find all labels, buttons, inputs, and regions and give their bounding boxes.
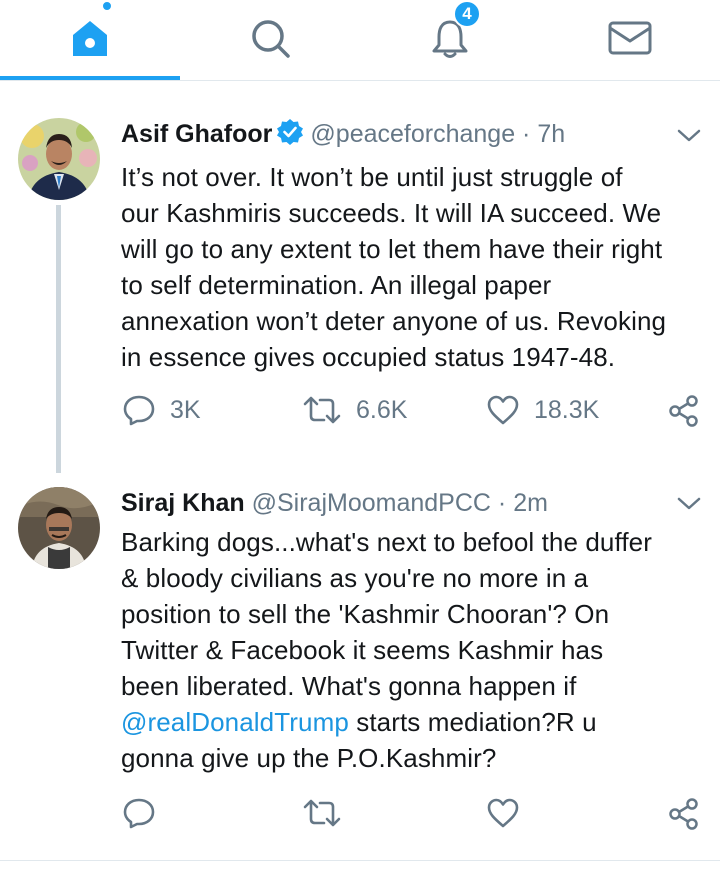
share-icon [669,395,698,427]
author-name[interactable]: Asif Ghafoor [121,120,272,148]
chevron-down-icon[interactable] [676,128,702,144]
reply-count: 3K [170,395,201,424]
mail-icon [608,21,652,55]
avatar[interactable] [18,487,100,569]
reply-icon [123,395,155,426]
like-button[interactable] [486,797,534,829]
tab-home[interactable] [0,0,180,76]
thread-connector-line [56,205,61,473]
retweet-count: 6.6K [356,395,408,424]
avatar[interactable] [18,118,100,200]
chevron-down-icon[interactable] [676,496,702,512]
heart-icon [487,395,519,425]
tweet-text: It’s not over. It won’t be until just st… [121,162,667,372]
timestamp[interactable]: 7h [537,120,565,148]
retweet-button[interactable] [302,797,356,829]
search-icon [252,20,290,58]
like-count: 18.3K [534,395,600,424]
like-button[interactable]: 18.3K [486,394,599,426]
author-handle[interactable]: @SirajMoomandPCC [252,489,491,517]
mention-link[interactable]: @realDonaldTrump [121,707,349,737]
top-navigation: 4 [0,0,720,82]
timestamp[interactable]: 2m [513,489,548,517]
tweet-text: Barking dogs...what's next to befool the… [121,524,711,776]
share-icon [669,798,698,830]
tweet-header: Siraj Khan @SirajMoomandPCC · 2m [121,487,548,519]
author-handle[interactable]: @peaceforchange [310,120,515,148]
reply-icon [123,798,155,829]
verified-badge-icon [277,119,304,145]
tweet-text-part: Barking dogs...what's next to befool the… [121,527,652,701]
heart-icon [487,798,519,828]
tweet-header: Asif Ghafoor @peaceforchange · 7h [121,118,565,150]
home-icon [73,21,107,56]
author-name[interactable]: Siraj Khan [121,489,245,517]
separator: · [522,120,531,148]
reply-button[interactable]: 3K [122,394,201,426]
nav-divider [0,80,720,81]
retweet-icon [303,799,341,827]
tab-search[interactable] [180,0,360,76]
retweet-button[interactable]: 6.6K [302,394,407,426]
notification-badge: 4 [453,0,481,28]
separator: · [497,489,507,517]
tab-messages[interactable] [540,0,720,76]
share-button[interactable] [668,797,700,831]
new-content-dot [101,0,113,12]
share-button[interactable] [668,394,700,428]
retweet-icon [303,396,341,424]
tab-notifications[interactable] [360,0,540,76]
reply-button[interactable] [122,797,170,829]
tweet-divider [0,860,720,861]
